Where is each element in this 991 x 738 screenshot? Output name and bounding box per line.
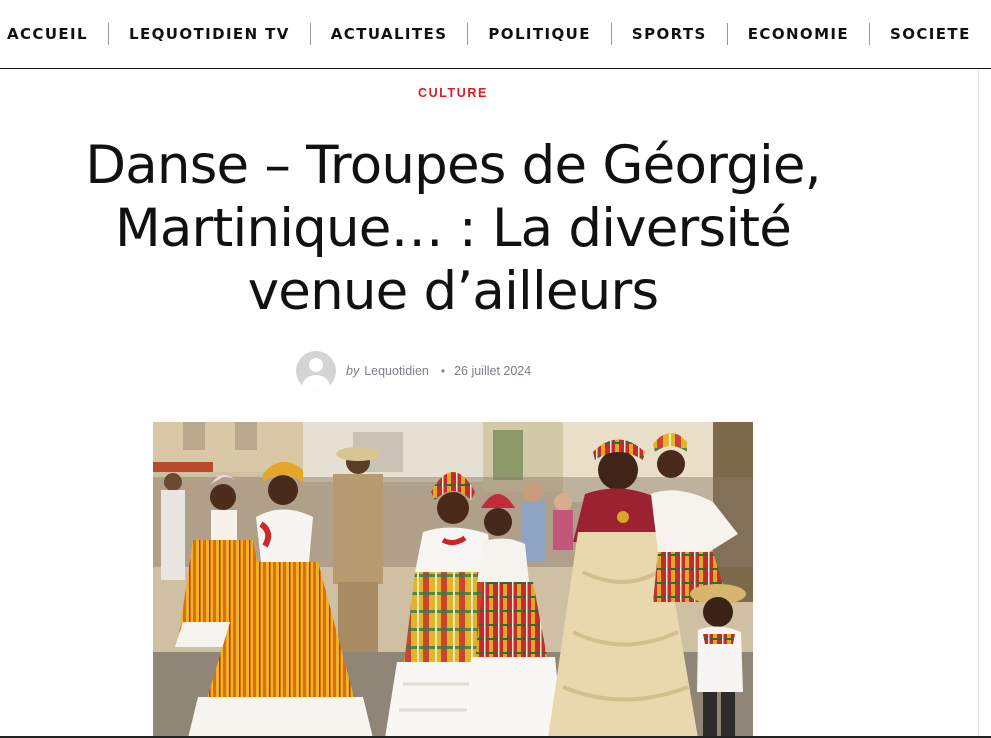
author-link[interactable]: Lequotidien: [364, 364, 429, 378]
article-title: Danse – Troupes de Géorgie, Martinique… …: [85, 135, 821, 322]
nav-item-accueil[interactable]: ACCUEIL: [0, 22, 108, 46]
publish-date: 26 juillet 2024: [454, 364, 532, 378]
nav-item-sports[interactable]: SPORTS: [612, 22, 727, 46]
meta-separator: •: [440, 364, 446, 378]
nav-list: ACCUEIL LEQUOTIDIEN TV ACTUALITES POLITI…: [0, 22, 991, 46]
avatar-shoulders-shape: [302, 375, 330, 391]
category-label[interactable]: CULTURE: [0, 86, 906, 100]
nav-item-politique[interactable]: POLITIQUE: [468, 22, 610, 46]
nav-item-actualites[interactable]: ACTUALITES: [311, 22, 468, 46]
byline-prefix: by: [346, 364, 360, 378]
nav-item-societe[interactable]: SOCIETE: [870, 22, 991, 46]
main-navigation: ACCUEIL LEQUOTIDIEN TV ACTUALITES POLITI…: [0, 0, 991, 69]
avatar-head-shape: [309, 358, 323, 372]
nav-item-lequotidien-tv[interactable]: LEQUOTIDIEN TV: [109, 22, 310, 46]
featured-image-illustration: [153, 422, 753, 738]
nav-item-economie[interactable]: ECONOMIE: [728, 22, 869, 46]
featured-image: [153, 422, 753, 738]
user-avatar-placeholder-icon[interactable]: [296, 351, 336, 391]
content-right-border: [978, 70, 979, 738]
article-meta: by Lequotidien • 26 juillet 2024: [296, 351, 531, 391]
